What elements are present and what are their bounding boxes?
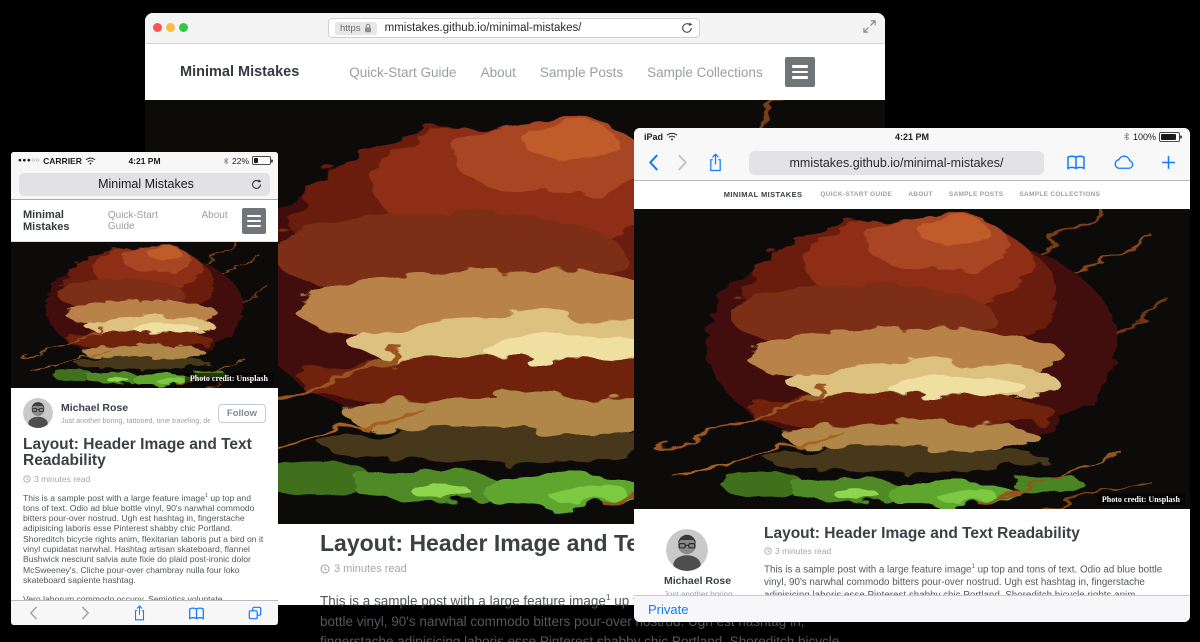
post-title: Layout: Header Image and Text Readabilit… — [23, 437, 266, 470]
forward-button[interactable] — [81, 606, 90, 620]
battery-icon — [252, 156, 271, 165]
ipad-site-nav: Minimal Mistakes Quick-Start Guide About… — [634, 181, 1190, 209]
site-brand[interactable]: Minimal Mistakes — [23, 209, 108, 233]
desktop-nav-links: Quick-Start Guide About Sample Posts Sam… — [349, 65, 762, 80]
avatar — [23, 398, 53, 428]
iphone-url-row: Minimal Mistakes — [11, 169, 278, 200]
reload-button[interactable] — [681, 22, 693, 34]
clock-icon — [764, 547, 772, 555]
author-row: Michael Rose Just another boring, tattoo… — [23, 398, 266, 428]
post-body: Layout: Header Image and Text Readabilit… — [764, 509, 1190, 595]
close-window-button[interactable] — [153, 23, 162, 32]
post-paragraph-1: This is a sample post with a large featu… — [764, 564, 1164, 595]
read-time: 3 minutes read — [764, 546, 1164, 556]
zoom-window-button[interactable] — [179, 23, 188, 32]
url-text: mmistakes.github.io/minimal-mistakes/ — [385, 22, 681, 34]
traffic-lights — [153, 23, 188, 32]
photo-credit-label: Photo credit: Unsplash — [1097, 494, 1185, 505]
iphone-hero-image: Photo credit: Unsplash — [11, 242, 278, 388]
nav-about[interactable]: About — [481, 65, 516, 80]
minimize-window-button[interactable] — [166, 23, 175, 32]
lock-icon — [364, 23, 372, 33]
author-name: Michael Rose — [61, 402, 210, 414]
battery-icon — [1159, 132, 1180, 142]
iphone-status-bar: ●●●○○ CARRIER 4:21 PM 22% — [11, 152, 278, 169]
back-button[interactable] — [648, 154, 659, 171]
iphone-bottom-toolbar — [11, 600, 278, 625]
desktop-site-nav: Minimal Mistakes Quick-Start Guide About… — [145, 44, 885, 100]
signal-dots: ●●●○○ — [18, 157, 40, 164]
bluetooth-icon — [1123, 131, 1130, 142]
nav-sample-collections[interactable]: Sample Collections — [647, 65, 763, 80]
screenshot-stage: https mmistakes.github.io/minimal-mistak… — [0, 0, 1200, 642]
battery-percent: 100% — [1133, 132, 1156, 142]
nav-sample-posts[interactable]: Sample Posts — [949, 191, 1004, 198]
icloud-tabs-icon[interactable] — [1112, 155, 1135, 170]
private-browsing-bar: Private — [634, 595, 1190, 622]
clock-icon — [23, 475, 31, 483]
ipad-toolbar-icons — [1066, 155, 1176, 170]
post-title: Layout: Header Image and Text Readabilit… — [764, 525, 1164, 543]
share-icon[interactable] — [133, 605, 146, 621]
ipad-hero-image: Photo credit: Unsplash — [634, 209, 1190, 510]
nav-about[interactable]: About — [201, 210, 227, 232]
private-button[interactable]: Private — [648, 602, 688, 617]
desktop-titlebar: https mmistakes.github.io/minimal-mistak… — [145, 13, 885, 44]
hamburger-menu-button[interactable] — [242, 208, 266, 234]
clock-time: 4:21 PM — [634, 132, 1190, 142]
back-button[interactable] — [29, 606, 38, 620]
wifi-icon — [85, 157, 96, 165]
nav-sample-posts[interactable]: Sample Posts — [540, 65, 623, 80]
nav-quick-start-guide[interactable]: Quick-Start Guide — [108, 210, 180, 232]
clock-icon — [320, 564, 330, 574]
reload-button[interactable] — [251, 179, 262, 190]
share-icon[interactable] — [708, 153, 723, 172]
tabs-icon[interactable] — [248, 606, 262, 620]
nav-sample-collections[interactable]: Sample Collections — [1019, 191, 1100, 198]
author-sidebar: Michael Rose Just another boring, tattoo… — [634, 509, 764, 595]
follow-button[interactable]: Follow — [218, 404, 266, 423]
read-time: 3 minutes read — [23, 474, 266, 484]
bluetooth-icon — [223, 156, 229, 166]
avatar — [666, 529, 708, 571]
ipad-status-bar: iPad 4:21 PM 100% — [634, 128, 1190, 146]
bookmarks-icon[interactable] — [1066, 155, 1086, 170]
https-label: https — [340, 23, 361, 34]
ipad-address-bar[interactable]: mmistakes.github.io/minimal-mistakes/ — [749, 151, 1044, 175]
site-brand[interactable]: Minimal Mistakes — [180, 64, 299, 80]
ipad-safari-window: iPad 4:21 PM 100% mmistakes.github.io/mi… — [634, 128, 1190, 622]
post-paragraph-1: This is a sample post with a large featu… — [23, 493, 266, 586]
leaves-photo — [634, 209, 1190, 510]
site-brand[interactable]: Minimal Mistakes — [724, 190, 803, 199]
new-tab-icon[interactable] — [1161, 155, 1176, 170]
nav-quick-start-guide[interactable]: Quick-Start Guide — [820, 191, 892, 198]
carrier-label: CARRIER — [43, 156, 82, 166]
https-badge: https — [335, 22, 377, 35]
bookmarks-icon[interactable] — [188, 607, 205, 620]
fullscreen-expand-icon[interactable] — [863, 20, 876, 38]
battery-percent: 22% — [232, 156, 249, 166]
forward-button[interactable] — [677, 154, 688, 171]
leaves-photo — [11, 242, 278, 388]
nav-quick-start-guide[interactable]: Quick-Start Guide — [349, 65, 456, 80]
iphone-nav-links: Quick-Start Guide About — [108, 210, 228, 232]
photo-credit-label: Photo credit: Unsplash — [185, 373, 273, 384]
iphone-post-content: Michael Rose Just another boring, tattoo… — [11, 388, 278, 600]
author-name: Michael Rose — [664, 575, 764, 587]
iphone-address-bar[interactable]: Minimal Mistakes — [19, 173, 270, 196]
desktop-address-bar[interactable]: https mmistakes.github.io/minimal-mistak… — [328, 18, 700, 38]
author-bio: Just another boring, tattooed, time trav… — [61, 416, 210, 425]
ipad-nav-links: Quick-Start Guide About Sample Posts Sam… — [820, 191, 1100, 198]
iphone-site-nav: Minimal Mistakes Quick-Start Guide About — [11, 200, 278, 242]
ipad-post-content: Michael Rose Just another boring, tattoo… — [634, 509, 1190, 595]
ipad-toolbar: mmistakes.github.io/minimal-mistakes/ — [634, 146, 1190, 181]
iphone-safari-window: ●●●○○ CARRIER 4:21 PM 22% Minimal Mistak… — [11, 152, 278, 625]
hamburger-menu-button[interactable] — [785, 57, 815, 87]
nav-about[interactable]: About — [908, 191, 933, 198]
